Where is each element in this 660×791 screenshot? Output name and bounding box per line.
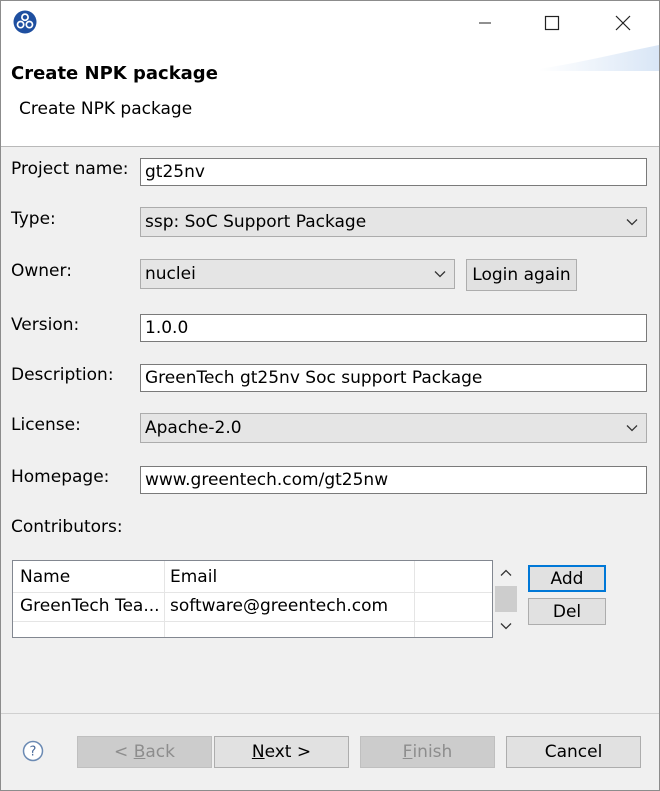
close-icon <box>615 15 631 31</box>
chevron-down-icon <box>626 219 638 226</box>
finish-rest: inish <box>412 742 453 762</box>
version-input[interactable]: 1.0.0 <box>140 314 647 342</box>
maximize-button[interactable] <box>532 9 572 37</box>
delete-contributor-button[interactable]: Del <box>528 598 606 625</box>
homepage-label: Homepage: <box>11 467 110 487</box>
column-divider <box>164 561 165 637</box>
back-prefix: < <box>114 742 134 762</box>
finish-button[interactable]: Finish <box>360 736 495 768</box>
license-label: License: <box>11 415 81 435</box>
add-contributor-button[interactable]: Add <box>528 565 606 592</box>
license-select[interactable]: Apache-2.0 <box>140 413 647 443</box>
page-title: Create NPK package <box>11 63 218 84</box>
description-label: Description: <box>11 365 114 385</box>
back-mnemonic: B <box>133 742 146 762</box>
dialog-window: Create NPK package Create NPK package Pr… <box>0 0 660 791</box>
project-name-label: Project name: <box>11 159 129 179</box>
column-header-name[interactable]: Name <box>20 567 70 587</box>
contributor-name-cell: GreenTech Tea... <box>20 596 160 616</box>
column-header-email[interactable]: Email <box>170 567 217 587</box>
type-select-value: ssp: SoC Support Package <box>145 212 367 232</box>
column-divider <box>414 561 415 637</box>
next-mnemonic: N <box>251 742 265 762</box>
table-scrollbar[interactable] <box>494 560 518 638</box>
back-button[interactable]: < Back <box>77 736 212 768</box>
chevron-down-icon[interactable] <box>500 620 512 632</box>
next-rest: ext > <box>264 742 312 762</box>
page-message: Create NPK package <box>19 99 193 119</box>
app-logo-icon <box>13 10 37 34</box>
svg-text:?: ? <box>30 745 37 760</box>
owner-label: Owner: <box>11 261 72 281</box>
finish-mnemonic: F <box>402 742 413 762</box>
back-rest: ack <box>145 742 175 762</box>
next-button[interactable]: Next > <box>214 736 349 768</box>
contributors-label: Contributors: <box>11 517 123 537</box>
owner-select-value: nuclei <box>145 264 196 284</box>
contributors-table[interactable]: Name Email GreenTech Tea... software@gre… <box>12 560 493 638</box>
type-label: Type: <box>11 209 56 229</box>
scrollbar-thumb[interactable] <box>495 586 517 612</box>
owner-select[interactable]: nuclei <box>140 259 455 289</box>
description-input[interactable]: GreenTech gt25nv Soc support Package <box>140 364 647 392</box>
row-divider <box>13 621 492 622</box>
project-name-input[interactable]: gt25nv <box>140 158 647 186</box>
header-divider <box>13 592 492 593</box>
homepage-input[interactable]: www.greentech.com/gt25nw <box>140 466 647 494</box>
close-button[interactable] <box>603 9 643 37</box>
cancel-button[interactable]: Cancel <box>506 736 641 768</box>
form-area: Project name: gt25nv Type: ssp: SoC Supp… <box>1 147 659 713</box>
login-again-button[interactable]: Login again <box>466 259 577 291</box>
chevron-down-icon <box>434 271 446 278</box>
type-select[interactable]: ssp: SoC Support Package <box>140 207 647 237</box>
minimize-button[interactable] <box>465 9 505 37</box>
version-label: Version: <box>11 315 80 335</box>
help-icon[interactable]: ? <box>22 740 44 762</box>
banner-decoration <box>539 45 659 71</box>
license-select-value: Apache-2.0 <box>145 418 242 438</box>
minimize-icon <box>479 22 491 24</box>
chevron-down-icon <box>626 425 638 432</box>
maximize-icon <box>544 15 560 31</box>
chevron-up-icon[interactable] <box>500 567 512 579</box>
contributor-email-cell: software@greentech.com <box>170 596 389 616</box>
